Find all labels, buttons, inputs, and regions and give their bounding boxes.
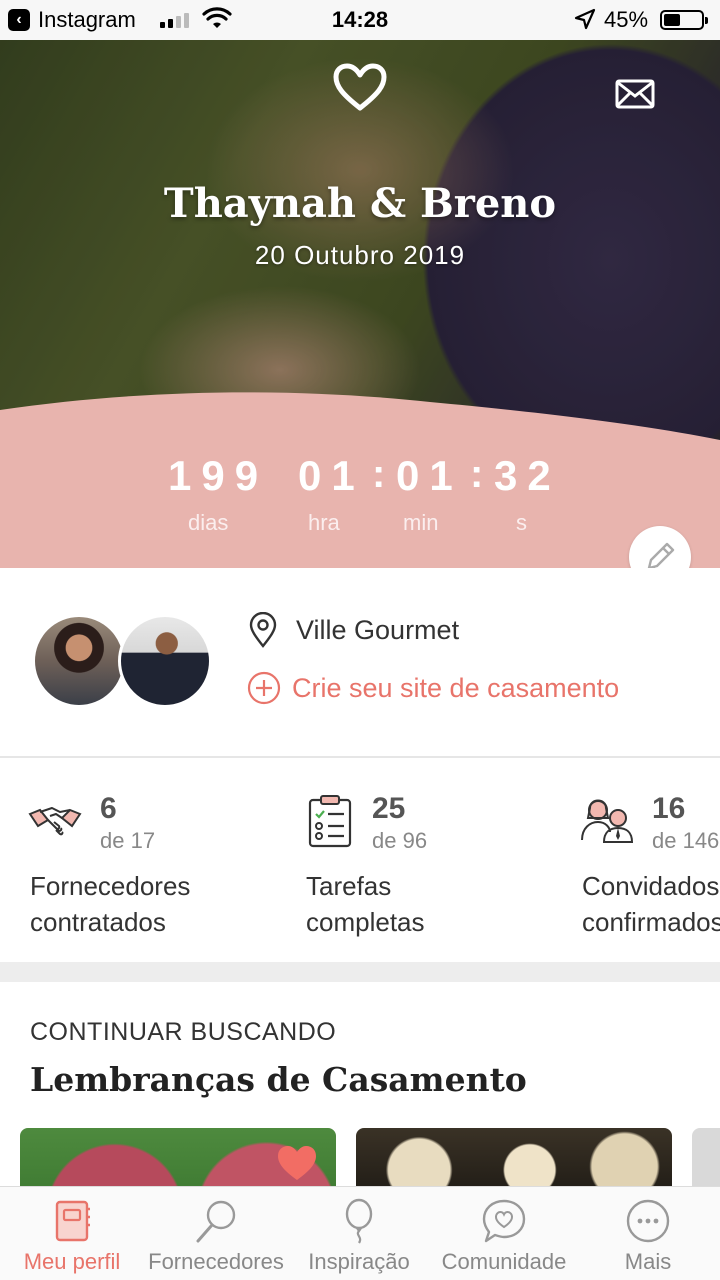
location-arrow-icon (574, 8, 596, 30)
stat-value: 25 (372, 792, 406, 825)
mail-icon[interactable] (612, 76, 658, 112)
balloon-icon (345, 1198, 373, 1244)
tab-label: Inspiração (308, 1249, 410, 1274)
hours-label: hra (308, 510, 340, 535)
battery-icon (660, 10, 708, 30)
countdown-minutes: 01 (396, 452, 463, 499)
more-icon (626, 1199, 670, 1243)
stat-value: 6 (100, 792, 117, 825)
favorite-heart-icon[interactable] (276, 1144, 318, 1182)
create-site-link[interactable]: Crie seu site de casamento (246, 670, 619, 706)
countdown-seconds: 32 (494, 452, 561, 499)
stat-label: Tarefas completas (306, 868, 425, 940)
stat-label-line: Convidados (582, 871, 720, 901)
notebook-icon (55, 1200, 90, 1242)
pencil-icon (647, 542, 675, 568)
stat-label-line: Fornecedores (30, 871, 191, 901)
create-site-label: Crie seu site de casamento (292, 672, 620, 703)
tab-label: Fornecedores (148, 1249, 284, 1274)
status-bar: ‹ Instagram 14:28 45% (0, 0, 720, 40)
stat-total: de 96 (372, 828, 428, 853)
stat-label: Fornecedores contratados (30, 868, 190, 940)
wedding-date: 20 Outubro 2019 (254, 240, 466, 270)
plus-circle-icon (247, 671, 281, 705)
stat-label-line: Tarefas (306, 871, 392, 901)
tab-label: Mais (624, 1249, 672, 1274)
countdown-separator: : (470, 452, 484, 496)
venue[interactable]: Ville Gourmet (248, 612, 459, 648)
stat-total: de 17 (100, 828, 156, 853)
handshake-icon (28, 807, 82, 836)
seconds-label: s (516, 510, 527, 535)
venue-name: Ville Gourmet (296, 614, 460, 645)
countdown-days: 199 (168, 452, 269, 499)
tab-label: Comunidade (441, 1249, 567, 1274)
tab-fornecedores[interactable]: Fornecedores (146, 1187, 286, 1280)
countdown: 199 01 : 01 : 32 dias hra min s (0, 452, 720, 542)
days-label: dias (188, 510, 229, 535)
tab-label: Meu perfil (23, 1249, 121, 1274)
section-title[interactable]: Lembranças de Casamento (30, 1060, 527, 1099)
chat-heart-icon (482, 1199, 526, 1243)
stat-total: de 146 (652, 828, 720, 853)
countdown-separator: : (372, 452, 386, 496)
tab-meu-perfil[interactable]: Meu perfil (14, 1187, 130, 1280)
tab-comunidade[interactable]: Comunidade (436, 1187, 572, 1280)
stat-label: Convidados confirmados (582, 868, 720, 940)
bottom-tab-bar: Meu perfil Fornecedores Inspiração Comun… (0, 1186, 720, 1280)
battery-percent: 45% (604, 7, 649, 32)
countdown-hours: 01 (298, 452, 365, 499)
bride-avatar[interactable] (32, 614, 126, 708)
minutes-label: min (403, 510, 439, 535)
progress-stats: 6 de 17 Fornecedores contratados 25 de 9… (0, 760, 720, 962)
stat-label-line: completas (306, 907, 425, 937)
stat-label-line: confirmados (582, 907, 720, 937)
guests-icon (581, 799, 634, 843)
stat-value: 16 (652, 792, 686, 825)
tab-mais[interactable]: Mais (604, 1187, 692, 1280)
section-kicker: CONTINUAR BUSCANDO (30, 1018, 337, 1046)
groom-avatar[interactable] (118, 614, 212, 708)
hero-cover-photo: Thaynah & Breno 20 Outubro 2019 199 01 :… (0, 40, 720, 568)
section-divider (0, 962, 720, 982)
location-pin-icon (249, 612, 277, 648)
heart-logo-icon (333, 63, 387, 111)
search-icon (196, 1200, 236, 1243)
stat-label-line: contratados (30, 907, 166, 937)
checklist-icon (308, 795, 352, 848)
couple-names: Thaynah & Breno (163, 180, 557, 227)
profile-summary: Ville Gourmet Crie seu site de casamento (0, 568, 720, 758)
tab-inspiracao[interactable]: Inspiração (302, 1187, 416, 1280)
